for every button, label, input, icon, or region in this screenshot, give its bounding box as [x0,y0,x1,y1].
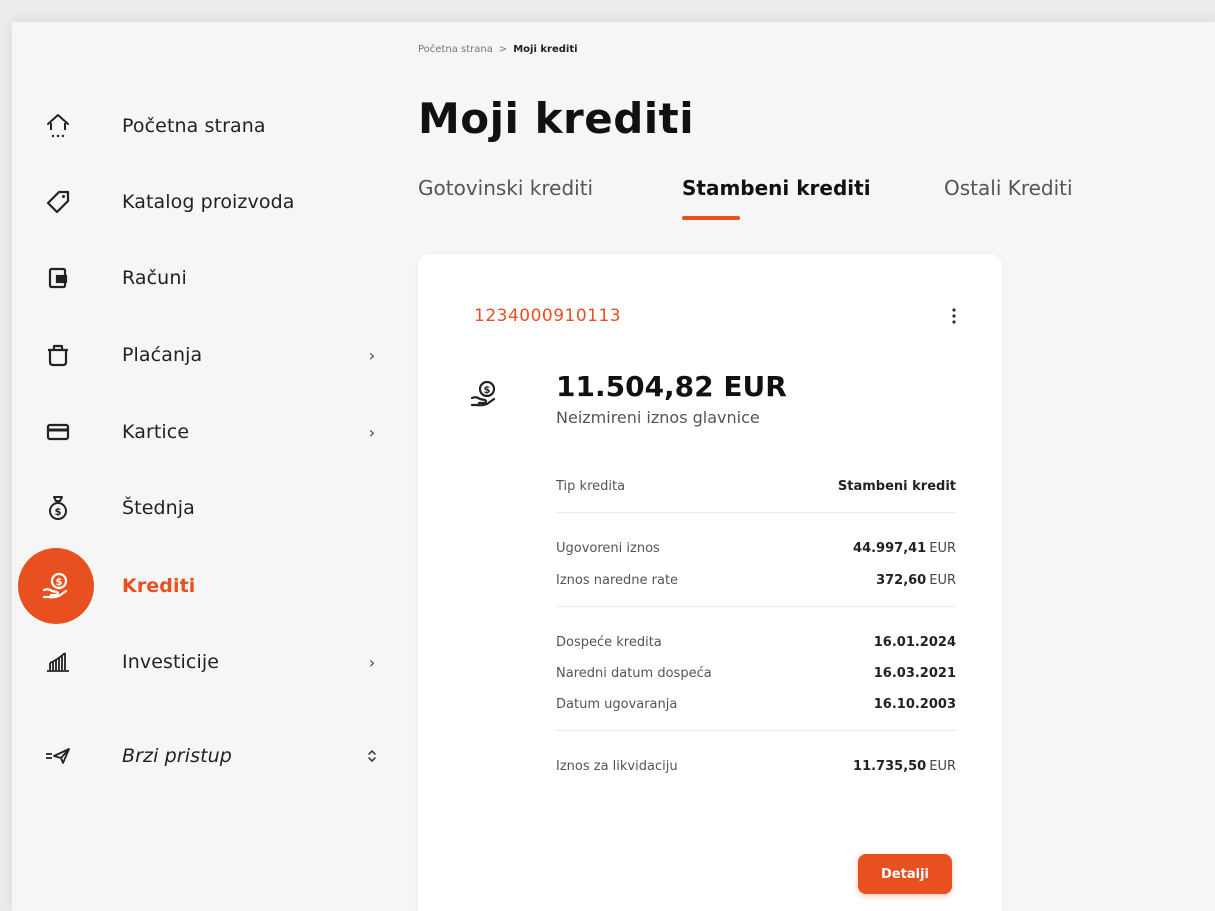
tag-icon [40,184,76,220]
chart-icon [40,644,76,680]
money-bag-icon: $ [40,490,76,526]
sidebar-item-label: Kartice [122,421,190,443]
home-icon [40,108,76,144]
divider [556,730,956,731]
sidebar-item-pocetna[interactable]: Početna strana [12,96,400,156]
sidebar-item-label: Računi [122,267,187,289]
sidebar-item-placanja[interactable]: Plaćanja › [12,325,400,385]
detail-row-naredni-datum: Naredni datum dospeća 16.03.2021 [556,661,956,685]
breadcrumb-current: Moji krediti [513,44,578,55]
detail-row-iznos-rate: Iznos naredne rate 372,60 EUR [556,568,956,592]
app-frame: Početna strana Katalog proizvoda Računi [12,22,1215,911]
active-tab-indicator [682,216,740,220]
breadcrumb: Početna strana > Moji krediti [418,44,578,55]
card-icon [40,414,76,450]
detail-label: Datum ugovaranja [556,696,678,712]
detail-label: Iznos naredne rate [556,572,679,588]
detail-value: 16.03.2021 [873,665,956,681]
pot-icon [40,337,76,373]
detail-row-tip-kredita: Tip kredita Stambeni kredit [556,474,956,498]
sidebar-item-label: Brzi pristup [122,745,232,767]
wallet-icon [40,260,76,296]
outstanding-amount-label: Neizmireni iznos glavnice [556,408,760,427]
detail-row-ugovoreni-iznos: Ugovoreni iznos 44.997,41 EUR [556,536,956,560]
svg-text:$: $ [484,385,491,396]
detail-row-likvidacija: Iznos za likvidaciju 11.735,50 EUR [556,754,956,778]
tab-gotovinski[interactable]: Gotovinski krediti [418,176,593,200]
sidebar-item-racuni[interactable]: Računi [12,248,400,308]
sidebar-item-krediti[interactable]: $ Krediti [12,548,400,624]
breadcrumb-home[interactable]: Početna strana [418,44,493,55]
detail-row-datum-ugovaranja: Datum ugovaranja 16.10.2003 [556,692,956,716]
detail-value: 44.997,41 EUR [853,540,956,556]
divider [556,512,956,513]
detail-value: 16.01.2024 [873,634,956,650]
detail-label: Dospeće kredita [556,634,662,650]
sidebar-item-label: Štednja [122,497,195,519]
sidebar-item-label: Investicije [122,651,219,673]
sidebar-item-label: Katalog proizvoda [122,191,295,213]
chevron-right-icon: › [368,652,376,672]
detail-value: 11.735,50 EUR [853,758,956,774]
detail-label: Naredni datum dospeća [556,665,712,681]
chevron-right-icon: › [368,422,376,442]
loan-account-number[interactable]: 1234000910113 [474,306,621,326]
sidebar-item-label: Plaćanja [122,344,203,366]
svg-text:$: $ [56,577,63,588]
divider [556,606,956,607]
tab-stambeni[interactable]: Stambeni krediti [682,176,871,200]
sidebar-item-stednja[interactable]: $ Štednja [12,478,400,538]
detail-value: Stambeni kredit [837,478,956,494]
breadcrumb-separator: > [498,44,508,55]
loan-hand-icon: $ [468,378,500,410]
detail-row-dospece: Dospeće kredita 16.01.2024 [556,630,956,654]
sidebar-item-kartice[interactable]: Kartice › [12,402,400,462]
expand-toggle-icon[interactable] [364,748,380,764]
more-options-icon[interactable] [944,304,964,328]
quick-access-icon [40,738,76,774]
sidebar-item-brzi-pristup[interactable]: Brzi pristup [12,726,400,786]
page-title: Moji krediti [418,94,695,143]
detail-label: Iznos za likvidaciju [556,758,678,774]
details-button[interactable]: Detalji [858,854,952,894]
loan-hand-icon: $ [18,548,94,624]
tab-ostali[interactable]: Ostali Krediti [944,176,1073,200]
sidebar-item-label: Krediti [122,575,196,597]
svg-text:$: $ [55,507,62,518]
sidebar-item-katalog[interactable]: Katalog proizvoda [12,172,400,232]
detail-value: 16.10.2003 [873,696,956,712]
detail-value: 372,60 EUR [876,572,956,588]
loan-card: 1234000910113 $ 11.504,82 EUR Neizmireni… [418,254,1002,911]
detail-label: Ugovoreni iznos [556,540,660,556]
chevron-right-icon: › [368,345,376,365]
sidebar-item-investicije[interactable]: Investicije › [12,632,400,692]
outstanding-amount: 11.504,82 EUR [556,370,787,403]
loan-tabs: Gotovinski krediti Stambeni krediti Osta… [418,176,1138,226]
sidebar-item-label: Početna strana [122,115,266,137]
sidebar: Početna strana Katalog proizvoda Računi [12,22,400,911]
detail-label: Tip kredita [556,478,626,494]
